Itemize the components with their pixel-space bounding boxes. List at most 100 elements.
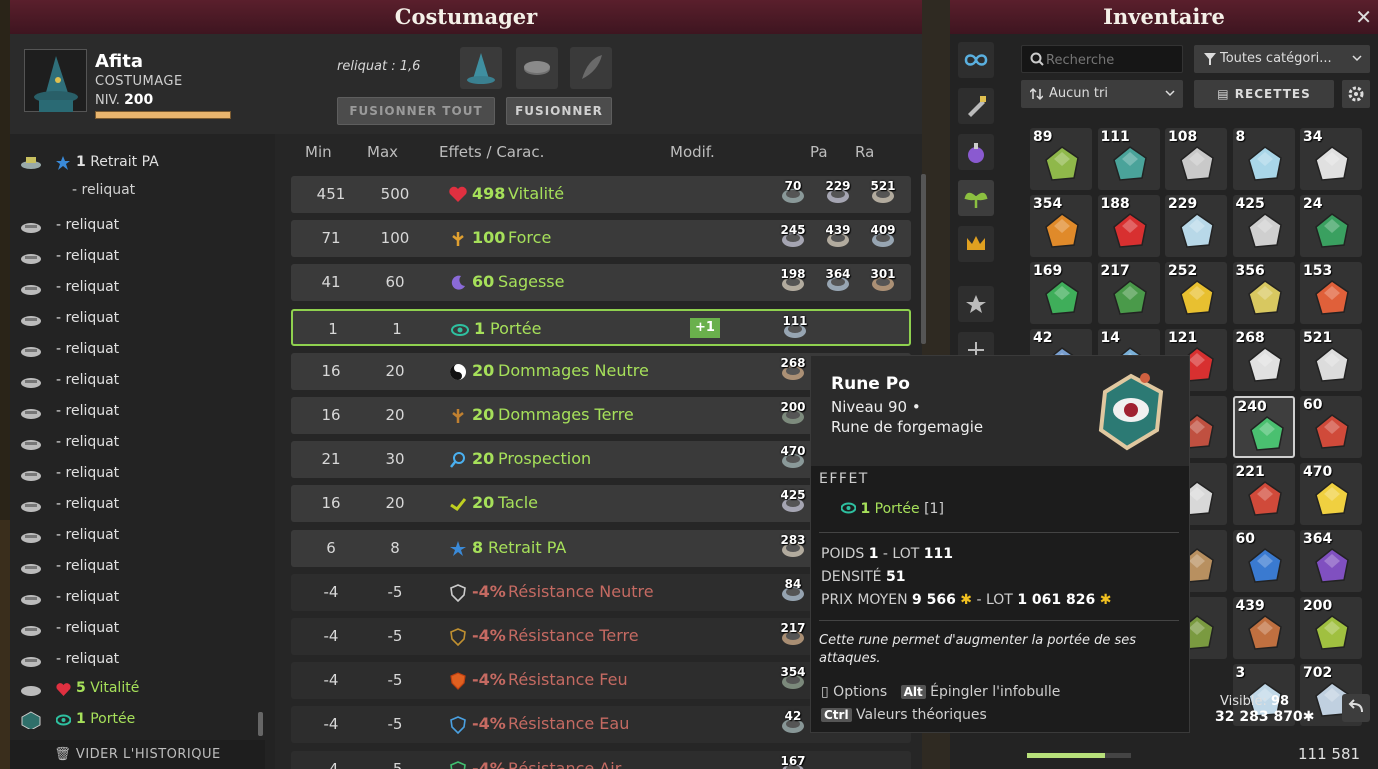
- rune-quantity: 198: [780, 267, 806, 282]
- inventory-item[interactable]: 8: [1232, 128, 1295, 190]
- resource-icon: [1315, 548, 1349, 583]
- inventory-item[interactable]: 108: [1165, 128, 1227, 190]
- history-label: Retrait PA: [90, 154, 159, 170]
- tab-equipment[interactable]: [958, 88, 994, 124]
- category-dropdown[interactable]: Toutes catégori...: [1194, 45, 1370, 73]
- rune-button[interactable]: 245: [777, 223, 809, 253]
- rune-button[interactable]: 364: [822, 267, 854, 297]
- item-quantity: 121: [1168, 330, 1198, 346]
- tab-favorites[interactable]: [958, 286, 994, 322]
- resource-icon: [1045, 280, 1079, 315]
- inventory-item[interactable]: 240: [1232, 396, 1295, 458]
- rune-button[interactable]: 229: [822, 179, 854, 209]
- rune-button[interactable]: 521: [867, 179, 899, 209]
- rune-button[interactable]: 70: [777, 179, 809, 209]
- sort-dropdown[interactable]: Aucun tri: [1021, 80, 1183, 108]
- fuse-button[interactable]: FUSIONNER: [506, 97, 612, 125]
- rune-button[interactable]: 42: [777, 709, 809, 739]
- rune-slot[interactable]: [570, 47, 612, 89]
- tab-resources[interactable]: [958, 180, 994, 216]
- inventory-item[interactable]: 268: [1232, 329, 1295, 391]
- inventory-item[interactable]: 221: [1232, 463, 1295, 525]
- header-ra: Ra: [855, 143, 875, 161]
- effect-value: 60: [472, 272, 495, 292]
- rune-button[interactable]: 84: [777, 577, 809, 607]
- inventory-item[interactable]: 470: [1300, 463, 1362, 525]
- close-icon[interactable]: ✕: [1355, 5, 1372, 29]
- hat-icon: [21, 409, 41, 419]
- inventory-item[interactable]: 354: [1030, 195, 1092, 257]
- settings-button[interactable]: [1342, 80, 1370, 108]
- clear-history-button[interactable]: 🗑 VIDER L'HISTORIQUE: [10, 740, 265, 769]
- item-quantity: 521: [1303, 330, 1333, 346]
- rune-button[interactable]: 111: [779, 314, 811, 344]
- rune-button[interactable]: 217: [777, 621, 809, 651]
- effect-value: 100: [472, 228, 506, 248]
- history-label: - reliquat: [56, 558, 120, 574]
- effect-row[interactable]: 451 500 498 Vitalité 70 229 521: [291, 176, 911, 213]
- table-scrollbar[interactable]: [921, 174, 926, 344]
- eye-icon: [451, 323, 469, 336]
- resource-icon: [1112, 146, 1147, 181]
- rune-button[interactable]: 354: [777, 665, 809, 695]
- effect-row[interactable]: 1 1 1 Portée +1 111: [291, 308, 911, 346]
- tab-all[interactable]: [958, 42, 994, 78]
- leaf-icon: [964, 192, 988, 208]
- inventory-item[interactable]: 153: [1300, 262, 1362, 324]
- inventory-item[interactable]: 200: [1300, 597, 1362, 659]
- inventory-item[interactable]: 89: [1030, 128, 1092, 190]
- inventory-item[interactable]: 188: [1097, 195, 1160, 257]
- hat-slot[interactable]: [460, 47, 502, 89]
- history-label: - reliquat: [56, 620, 120, 636]
- shield-neutral-icon: [450, 583, 466, 602]
- effect-row[interactable]: -4 -5 -4% Résistance Air 167: [291, 750, 911, 769]
- item-slot[interactable]: [516, 47, 558, 89]
- rune-button[interactable]: 425: [777, 488, 809, 518]
- recipes-button[interactable]: ▤ RECETTES: [1194, 80, 1334, 108]
- rune-button[interactable]: 409: [867, 223, 899, 253]
- inventory-item[interactable]: 425: [1232, 195, 1295, 257]
- inventory-item[interactable]: 111: [1097, 128, 1160, 190]
- inventory-item[interactable]: 24: [1300, 195, 1362, 257]
- rune-button[interactable]: 470: [777, 444, 809, 474]
- back-button[interactable]: [1342, 694, 1370, 722]
- rune-quantity: 283: [780, 532, 806, 547]
- history-label: - reliquat: [56, 248, 120, 264]
- rune-button[interactable]: 439: [822, 223, 854, 253]
- item-quantity: 425: [1235, 196, 1265, 212]
- search-input[interactable]: [1046, 50, 1178, 70]
- inventory-item[interactable]: 252: [1165, 262, 1227, 324]
- search-field[interactable]: [1021, 45, 1183, 73]
- shield-earth-icon: [450, 628, 466, 646]
- fuse-all-button[interactable]: FUSIONNER TOUT: [337, 97, 495, 125]
- inventory-item[interactable]: 217: [1097, 262, 1160, 324]
- inventory-item[interactable]: 521: [1300, 329, 1362, 391]
- inventory-item[interactable]: 439: [1232, 597, 1295, 659]
- tab-quest[interactable]: [958, 226, 994, 262]
- inventory-item[interactable]: 229: [1165, 195, 1227, 257]
- inventory-item[interactable]: 34: [1300, 128, 1362, 190]
- inventory-item[interactable]: 60: [1300, 396, 1362, 458]
- tooltip-weight: POIDS 1 - LOT 111: [821, 546, 953, 562]
- rune-button[interactable]: 283: [777, 533, 809, 563]
- inventory-item[interactable]: 364: [1300, 530, 1362, 592]
- wisdom-icon: [451, 276, 465, 291]
- rune-quantity: 167: [780, 753, 806, 768]
- rune-button[interactable]: 268: [777, 356, 809, 386]
- effect-row[interactable]: 71 100 100 Force 245 439 409: [291, 220, 911, 258]
- effect-min: -4: [323, 582, 339, 601]
- inventory-item[interactable]: 356: [1232, 262, 1295, 324]
- rune-button[interactable]: 167: [777, 754, 809, 769]
- resource-icon: [1112, 280, 1147, 315]
- rune-button[interactable]: 198: [777, 267, 809, 297]
- effect-row[interactable]: 41 60 60 Sagesse 198 364 301: [291, 264, 911, 302]
- rune-button[interactable]: 301: [867, 267, 899, 297]
- rune-quantity: 364: [825, 267, 851, 282]
- hat-icon: [21, 285, 41, 295]
- inventory-item[interactable]: 169: [1030, 262, 1092, 324]
- history-scrollbar[interactable]: [258, 712, 263, 736]
- rune-button[interactable]: 200: [777, 400, 809, 430]
- item-quantity: 356: [1235, 263, 1265, 279]
- inventory-item[interactable]: 60: [1232, 530, 1295, 592]
- tab-consumables[interactable]: [958, 134, 994, 170]
